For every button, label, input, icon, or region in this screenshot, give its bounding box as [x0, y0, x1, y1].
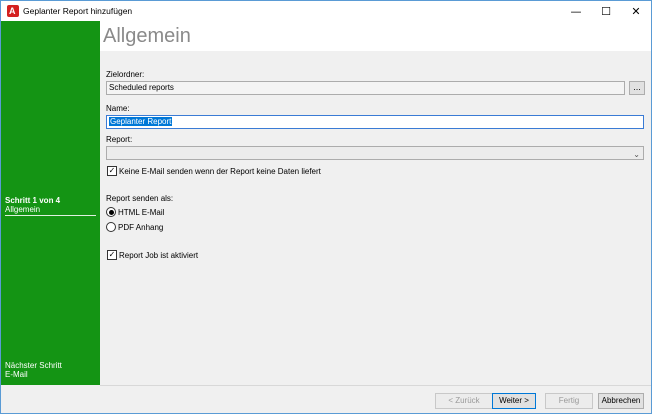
pdf-attachment-label: PDF Anhang [118, 222, 164, 232]
pdf-attachment-radio[interactable] [106, 222, 116, 232]
send-as-pdf-option[interactable]: PDF Anhang [106, 222, 163, 232]
next-step-title: Nächster Schritt [5, 361, 62, 370]
report-label: Report: [106, 135, 133, 144]
wizard-sidebar: Schritt 1 von 4 Allgemein Nächster Schri… [1, 21, 100, 385]
report-select[interactable]: ⌄ [106, 146, 644, 160]
step-divider [5, 215, 96, 216]
job-active-checkbox[interactable]: ✓ [107, 250, 117, 260]
app-logo-icon [7, 5, 19, 17]
html-email-radio[interactable] [106, 207, 116, 217]
send-as-label: Report senden als: [106, 194, 174, 203]
finish-button[interactable]: Fertig [545, 393, 593, 409]
name-input[interactable]: Geplanter Report [106, 115, 644, 129]
dialog-window: Geplanter Report hinzufügen — ☐ ✕ Schrit… [0, 0, 652, 414]
back-button[interactable]: < Zurück [435, 393, 493, 409]
no-email-checkbox[interactable]: ✓ [107, 166, 117, 176]
next-button[interactable]: Weiter > [492, 393, 536, 409]
page-header: Allgemein [100, 21, 651, 51]
job-active-label: Report Job ist aktiviert [119, 250, 199, 260]
target-folder-field[interactable]: Scheduled reports [106, 81, 625, 95]
target-folder-label: Zielordner: [106, 70, 145, 79]
name-label: Name: [106, 104, 130, 113]
cancel-button[interactable]: Abbrechen [598, 393, 644, 409]
current-step-name: Allgemein [5, 205, 41, 214]
title-bar: Geplanter Report hinzufügen — ☐ ✕ [1, 1, 651, 21]
next-step-name: E-Mail [5, 370, 28, 379]
radio-selected-dot [108, 209, 114, 215]
minimize-button[interactable]: — [561, 1, 591, 21]
chevron-down-icon: ⌄ [633, 150, 640, 159]
current-step-title: Schritt 1 von 4 [5, 196, 61, 205]
window-title: Geplanter Report hinzufügen [23, 6, 133, 16]
maximize-button[interactable]: ☐ [591, 1, 621, 21]
footer-divider [100, 385, 651, 386]
job-active-option[interactable]: ✓ Report Job ist aktiviert [107, 250, 198, 260]
page-title: Allgemein [103, 25, 191, 47]
no-email-checkbox-label: Keine E-Mail senden wenn der Report kein… [119, 166, 321, 176]
no-email-option[interactable]: ✓ Keine E-Mail senden wenn der Report ke… [107, 166, 321, 176]
browse-folder-button[interactable]: ... [629, 81, 645, 95]
close-button[interactable]: ✕ [621, 1, 651, 21]
send-as-html-option[interactable]: HTML E-Mail [106, 207, 164, 217]
name-input-value: Geplanter Report [109, 117, 173, 126]
html-email-label: HTML E-Mail [118, 207, 165, 217]
